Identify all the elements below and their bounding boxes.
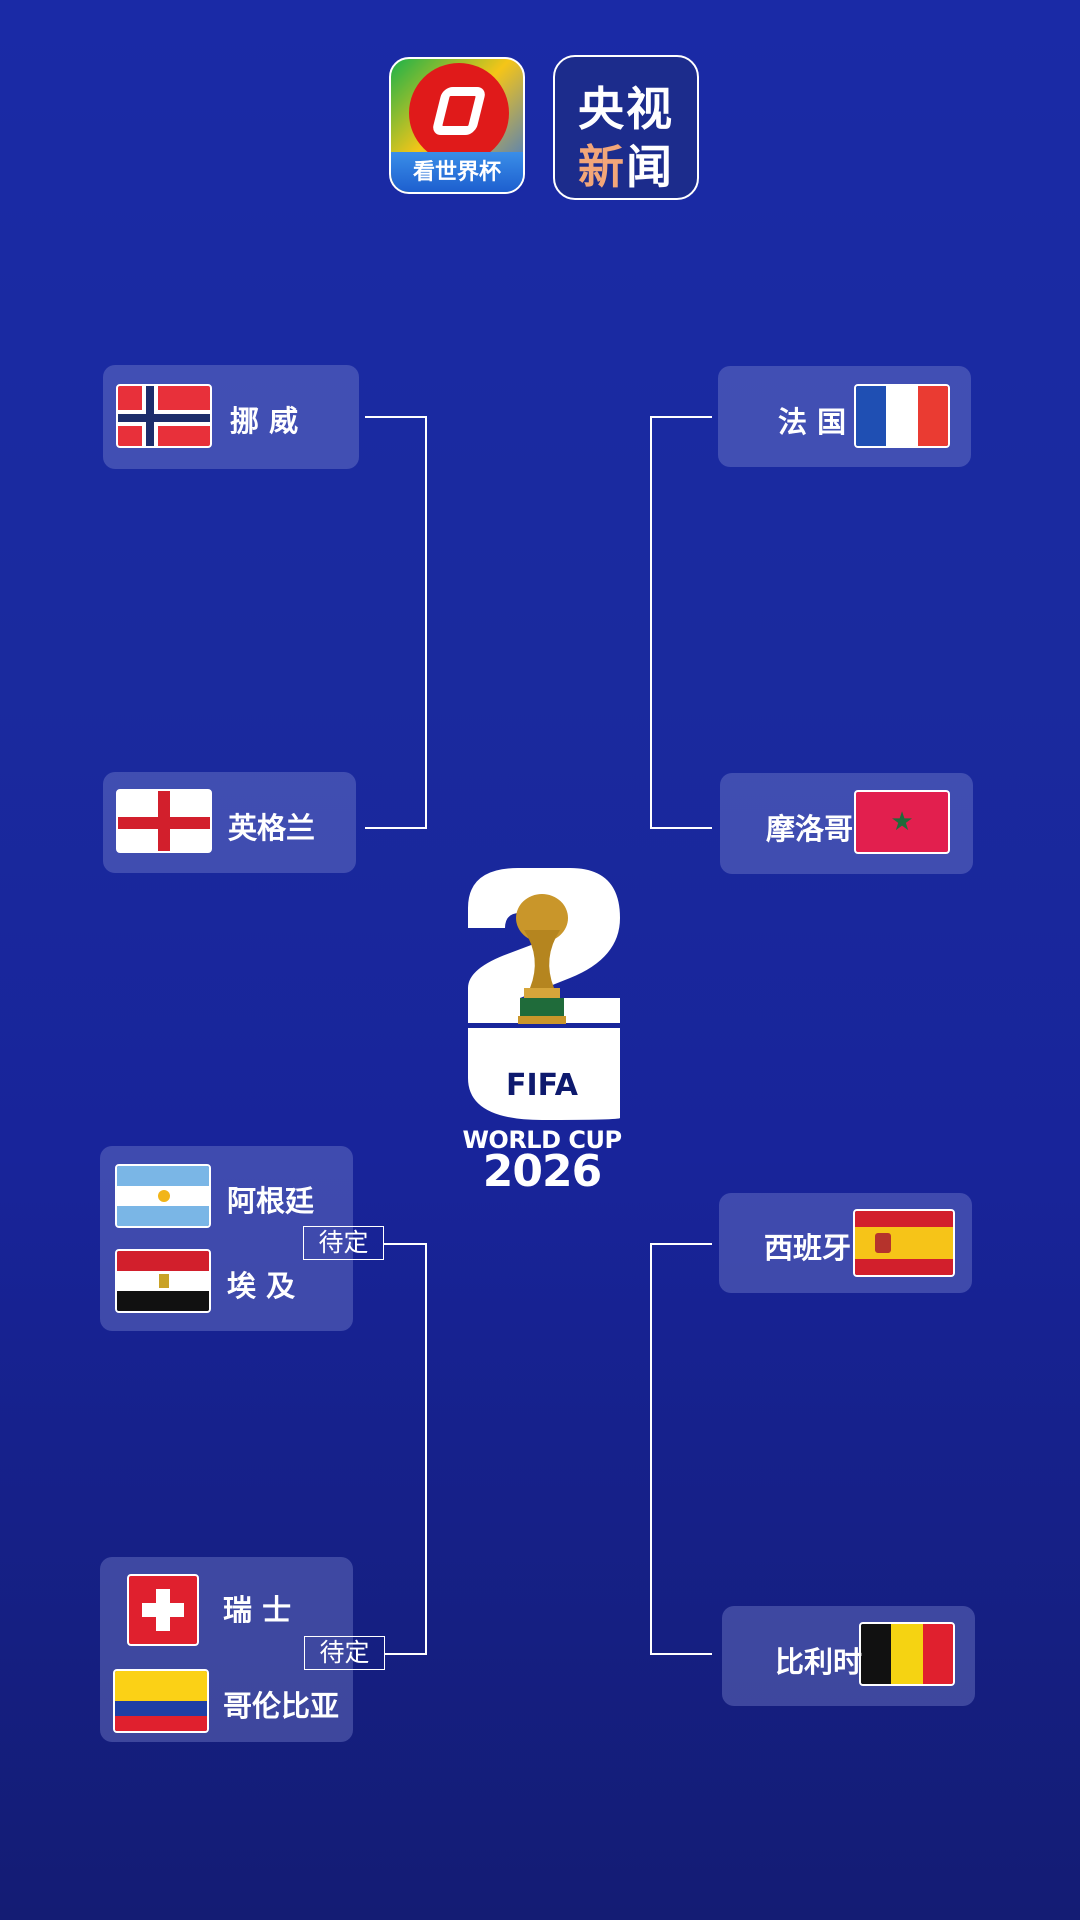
bracket-line	[650, 1243, 712, 1245]
bracket-line	[650, 416, 712, 418]
year-wordmark: 2026	[482, 1146, 602, 1197]
bracket-line	[650, 1653, 712, 1655]
news-logo-line1: 央视	[578, 82, 674, 136]
team-card-england[interactable]: 英格兰	[103, 772, 356, 873]
team-card-belgium[interactable]: 比利时	[722, 1606, 975, 1706]
france-flag	[854, 384, 950, 448]
news-logo-char-a: 新	[578, 140, 626, 194]
news-logo-line2: 新闻	[555, 131, 697, 197]
bracket-line	[650, 1243, 652, 1655]
status-badge: 待定	[303, 1226, 384, 1260]
team-card-spain[interactable]: 西班牙	[719, 1193, 972, 1293]
belgium-flag	[859, 1622, 955, 1686]
team-name: 法 国	[778, 405, 847, 439]
bracket-line	[365, 827, 427, 829]
morocco-star-icon: ★	[890, 807, 914, 837]
status-badge: 待定	[304, 1636, 385, 1670]
team-name: 埃 及	[227, 1269, 296, 1303]
team-name: 摩洛哥	[766, 812, 854, 846]
team-name: 英格兰	[228, 811, 316, 845]
morocco-flag: ★	[854, 790, 950, 854]
world-cup-2026-logo: FIFA WORLD CUP 2026	[460, 868, 624, 1197]
bracket-line	[650, 827, 712, 829]
team-name: 比利时	[775, 1645, 863, 1679]
argentina-flag	[115, 1164, 211, 1228]
bracket-line	[425, 1243, 427, 1655]
fifa-wordmark: FIFA	[506, 1068, 578, 1103]
team-card-morocco[interactable]: ★ 摩洛哥	[720, 773, 973, 874]
team-name: 瑞 士	[223, 1593, 292, 1627]
egypt-flag	[115, 1249, 211, 1313]
app-logo-caption: 看世界杯	[412, 160, 501, 185]
team-name: 哥伦比亚	[223, 1689, 340, 1723]
bracket-line	[650, 416, 652, 829]
bracket-line	[365, 416, 427, 418]
spain-flag	[853, 1209, 955, 1277]
cctv-news-logo: 央视 新闻	[553, 55, 699, 200]
switzerland-flag	[127, 1574, 199, 1646]
app-logo: 看世界杯	[389, 57, 525, 194]
team-card-norway[interactable]: 挪 威	[103, 365, 359, 469]
bracket-line	[385, 1653, 427, 1655]
norway-flag	[116, 384, 212, 448]
bracket-line	[384, 1243, 427, 1245]
bracket-line	[425, 416, 427, 829]
team-name: 阿根廷	[227, 1184, 315, 1218]
england-flag	[116, 789, 212, 853]
team-name: 挪 威	[230, 404, 299, 438]
colombia-flag	[113, 1669, 209, 1733]
team-name: 西班牙	[764, 1231, 852, 1265]
team-card-france[interactable]: 法 国	[718, 366, 971, 467]
news-logo-char-b: 闻	[626, 140, 674, 194]
